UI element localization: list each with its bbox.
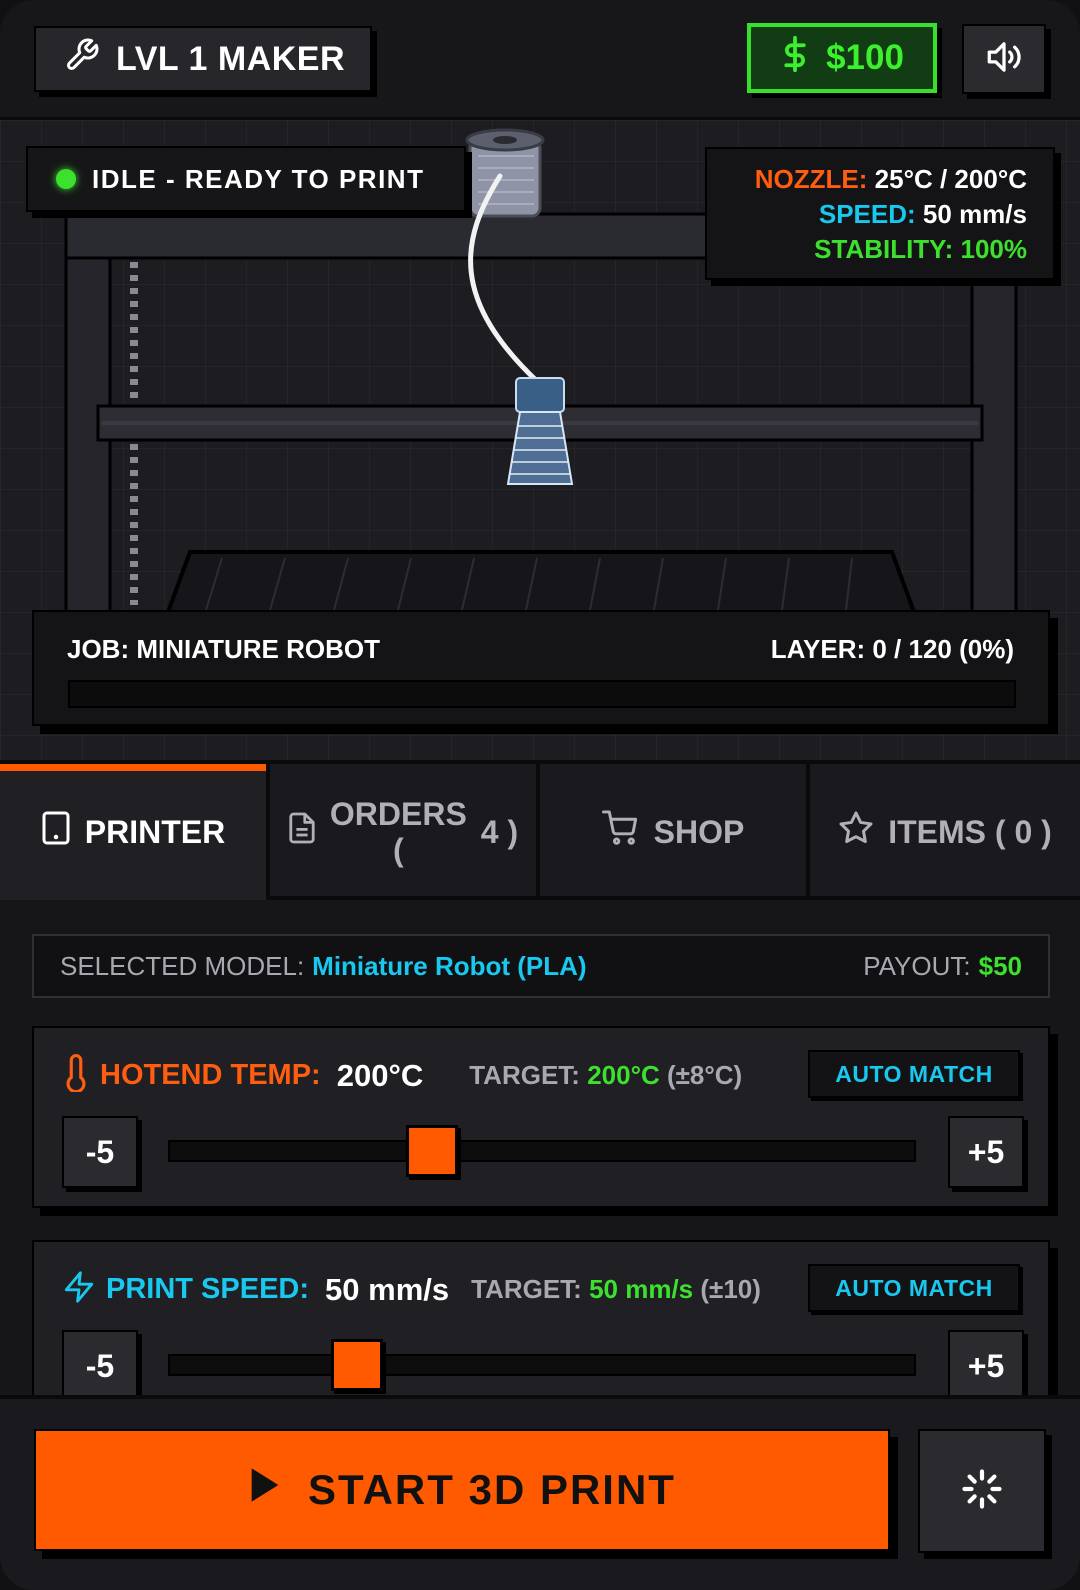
lightning-icon [62,1268,96,1311]
tab-orders[interactable]: ORDERS ( 4 ) [270,764,540,900]
printer-status: IDLE - READY TO PRINT [26,146,466,212]
app-frame: LVL 1 MAKER $100 IDLE - READY TO PRINT N… [0,0,1080,1590]
hotend-label: HOTEND TEMP: [100,1059,321,1091]
hotend-target: TARGET: 200°C (±8°C) [469,1060,743,1090]
stability-stat: STABILITY: 100% [814,234,1027,264]
orders-count: 4 ) [480,813,519,850]
tab-shop[interactable]: SHOP [540,764,810,900]
loader-icon [961,1468,1003,1515]
thermometer-icon [62,1054,90,1097]
job-progress-box: JOB: MINIATURE ROBOT LAYER: 0 / 120 (0%) [32,610,1050,726]
selected-model-bar: SELECTED MODEL: Miniature Robot (PLA) PA… [32,934,1050,998]
speed-slider[interactable] [168,1339,916,1391]
hotend-increase-button[interactable]: +5 [948,1116,1024,1188]
hotend-decrease-button[interactable]: -5 [62,1116,138,1188]
hotend-temp-control: HOTEND TEMP: 200°C TARGET: 200°C (±8°C) … [32,1026,1050,1208]
document-icon [288,811,316,853]
tab-items[interactable]: ITEMS ( 0 ) [810,764,1080,900]
status-led-icon [56,169,76,189]
money-badge: $100 [747,23,937,93]
job-title: JOB: MINIATURE ROBOT [67,634,380,664]
hotend-slider[interactable] [168,1125,916,1177]
speed-target: TARGET: 50 mm/s (±10) [471,1274,761,1304]
money-amount: $100 [826,38,904,77]
cart-icon [601,810,640,854]
speed-slider-thumb[interactable] [331,1339,383,1391]
build-plate [165,550,917,614]
payout-value: $50 [978,950,1022,981]
tab-bar: PRINTER ORDERS ( 4 ) SHOP ITEMS (0) [0,760,1080,900]
bottom-action-bar: START 3D PRINT [0,1395,1080,1590]
play-icon [248,1465,282,1515]
speed-increase-button[interactable]: +5 [948,1330,1024,1395]
speed-auto-match-button[interactable]: AUTO MATCH [808,1264,1020,1312]
nozzle-stat: NOZZLE: 25°C / 200°C [754,164,1027,194]
printer-panel: SELECTED MODEL: Miniature Robot (PLA) PA… [0,900,1080,1395]
layer-counter: LAYER: 0 / 120 (0%) [770,634,1014,664]
loader-button[interactable] [918,1429,1046,1553]
print-progress-bar [68,680,1016,708]
status-text: IDLE - READY TO PRINT [92,163,425,194]
start-print-button[interactable]: START 3D PRINT [34,1429,890,1551]
speaker-icon [984,39,1024,80]
speed-decrease-button[interactable]: -5 [62,1330,138,1395]
speed-value: 50 mm/s [325,1271,450,1307]
print-speed-control: PRINT SPEED: 50 mm/s TARGET: 50 mm/s (±1… [32,1240,1050,1395]
star-icon [838,810,874,854]
dollar-icon [780,34,810,83]
hotend-nozzle [506,377,574,485]
speed-stat: SPEED: 50 mm/s [818,199,1027,229]
selected-model-name: Miniature Robot (PLA) [312,950,587,981]
level-badge: LVL 1 MAKER [34,26,372,92]
hotend-value: 200°C [336,1057,424,1093]
hotend-slider-thumb[interactable] [406,1125,458,1177]
level-label: LVL 1 MAKER [116,39,346,78]
sound-toggle-button[interactable] [962,24,1046,94]
speed-label: PRINT SPEED: [106,1273,310,1305]
tablet-icon [41,810,71,854]
printer-stats: NOZZLE: 25°C / 200°C SPEED: 50 mm/s STAB… [705,147,1055,280]
tab-printer[interactable]: PRINTER [0,764,270,900]
top-bar: LVL 1 MAKER $100 [0,0,1080,120]
hotend-auto-match-button[interactable]: AUTO MATCH [808,1050,1020,1098]
wrench-icon [64,37,100,82]
printer-stage: IDLE - READY TO PRINT NOZZLE: 25°C / 200… [0,120,1080,760]
filament-spool [465,128,545,218]
